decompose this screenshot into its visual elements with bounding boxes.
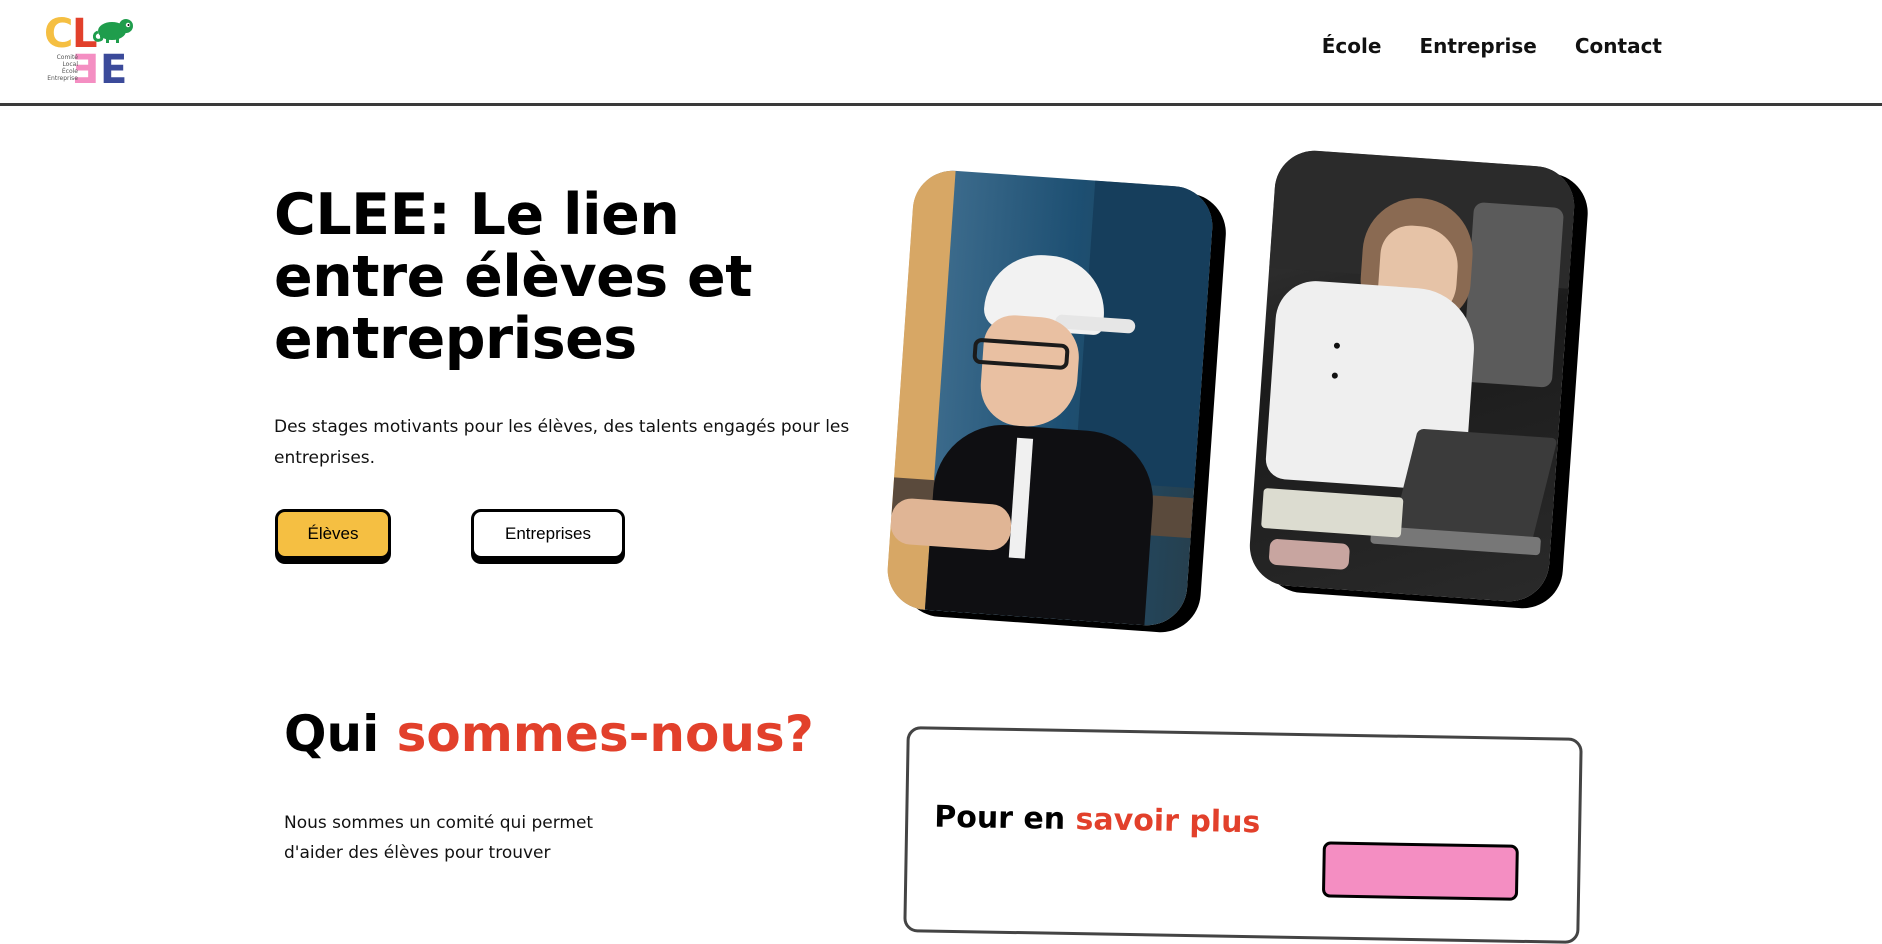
card-button[interactable] — [1321, 841, 1519, 901]
about-text: Nous sommes un comité qui permet d'aider… — [284, 813, 594, 863]
about-title-plain: Qui — [284, 705, 397, 763]
main-nav: École Entreprise Contact — [1322, 34, 1662, 58]
hero-title: CLEE: Le lien entre élèves et entreprise… — [274, 182, 752, 372]
info-card: Pour en savoir plus — [903, 726, 1583, 944]
clee-logo[interactable]: C L E E Comité Local École Entreprise — [44, 11, 136, 93]
student-photo — [885, 168, 1215, 628]
logo-letter-e: E — [100, 47, 128, 93]
logo-tagline: Comité Local École Entreprise — [44, 54, 78, 82]
nav-item-ecole[interactable]: École — [1322, 34, 1382, 58]
hero-subtitle: Des stages motivants pour les élèves, de… — [274, 417, 850, 468]
entreprises-button[interactable]: Entreprises — [471, 509, 625, 559]
nav-item-entreprise[interactable]: Entreprise — [1419, 34, 1536, 58]
nav-item-contact[interactable]: Contact — [1575, 34, 1662, 58]
about-title-accent: sommes-nous? — [396, 705, 814, 763]
chameleon-icon — [92, 19, 133, 43]
eleves-button[interactable]: Élèves — [275, 509, 391, 559]
logo-tagline-line: École — [61, 68, 78, 75]
site-header: C L E E Comité Local École Entreprise Éc… — [0, 0, 1882, 106]
logo-tagline-line: Comité — [56, 54, 78, 61]
logo-tagline-line: Local — [62, 61, 78, 68]
chef-photo — [1247, 148, 1577, 604]
card-title-plain: Pour en — [933, 799, 1076, 838]
logo-letter-c: C — [44, 11, 74, 57]
card-title: Pour en savoir plus — [934, 800, 1261, 841]
card-title-accent: savoir plus — [1075, 802, 1261, 841]
logo-tagline-line: Entreprise — [47, 75, 78, 82]
about-title: Qui sommes-nous? — [284, 704, 814, 764]
